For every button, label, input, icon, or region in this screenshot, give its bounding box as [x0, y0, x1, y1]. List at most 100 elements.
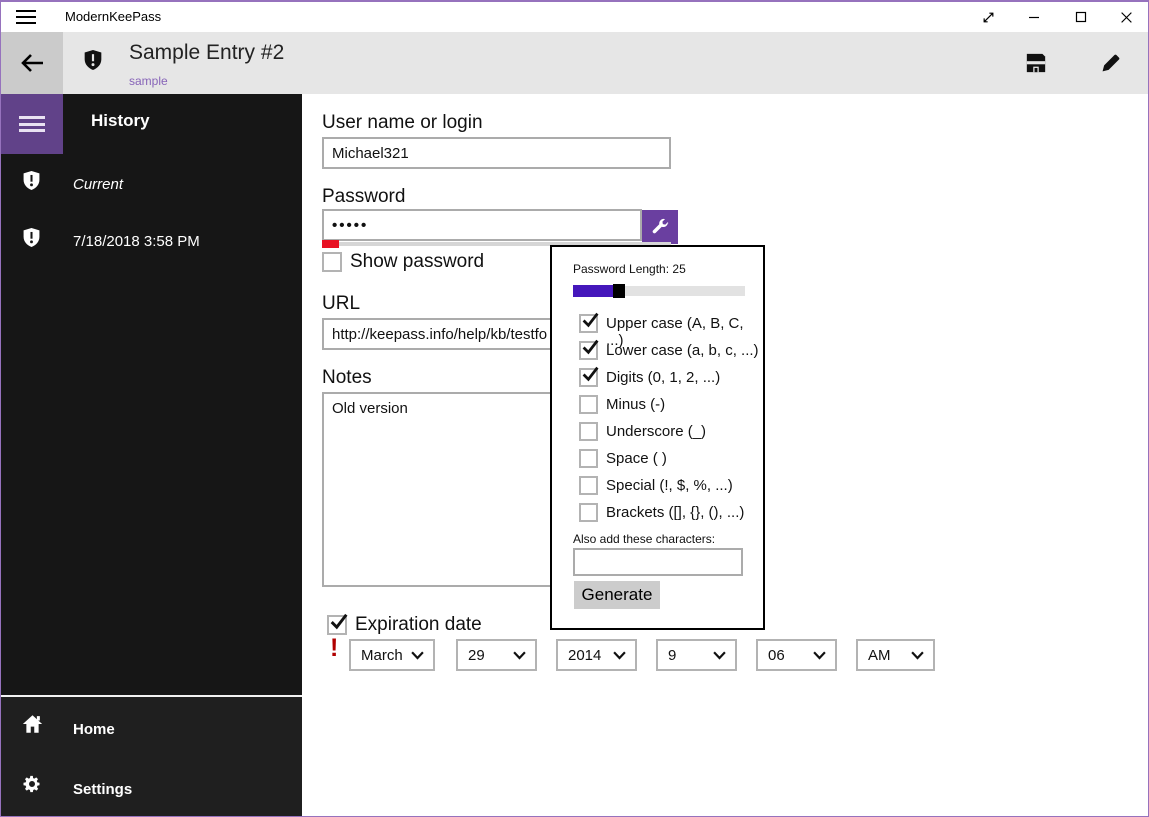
close-icon — [1120, 11, 1132, 23]
chevron-down-icon — [813, 651, 826, 660]
password-label: Password — [322, 186, 406, 207]
space-checkbox[interactable] — [579, 449, 598, 468]
option-space: Space ( ) — [552, 449, 763, 471]
edit-button[interactable] — [1100, 52, 1124, 76]
hamburger-icon — [19, 116, 45, 132]
slider-fill — [573, 285, 613, 297]
shield-icon — [22, 226, 41, 254]
minus-checkbox[interactable] — [579, 395, 598, 414]
back-button[interactable] — [1, 32, 63, 94]
sidebar-item-label: Settings — [73, 781, 133, 798]
maximize-icon — [1075, 11, 1087, 23]
url-label: URL — [322, 293, 361, 314]
app-title: ModernKeePass — [65, 9, 162, 24]
home-icon — [22, 714, 43, 739]
chevron-down-icon — [911, 651, 924, 660]
fullscreen-icon — [983, 12, 993, 22]
option-label: Special (!, $, %, ...) — [606, 477, 733, 494]
notes-label: Notes — [322, 367, 372, 388]
dropdown-value: 9 — [668, 646, 677, 664]
option-minus: Minus (-) — [552, 395, 763, 417]
checkmark-icon — [582, 366, 599, 382]
option-label: Underscore (_) — [606, 423, 707, 440]
sidebar-item-label: Current — [73, 176, 124, 193]
upper-case-checkbox[interactable] — [579, 312, 599, 333]
entry-group-label[interactable]: sample — [129, 74, 168, 88]
show-password-checkbox[interactable] — [322, 252, 342, 272]
maximize-button[interactable] — [1058, 2, 1104, 32]
special-checkbox[interactable] — [579, 476, 598, 495]
option-label: Brackets ([], {}, (), ...) — [606, 504, 745, 521]
slider-track — [624, 286, 745, 296]
chevron-down-icon — [513, 651, 526, 660]
expiry-year-dropdown[interactable]: 2014 — [556, 639, 637, 671]
sidebar-item-settings[interactable]: Settings — [1, 771, 302, 815]
entry-title: Sample Entry #2 — [129, 41, 285, 64]
password-input[interactable] — [322, 209, 642, 241]
chevron-down-icon — [613, 651, 626, 660]
sidebar-item-label: 7/18/2018 3:58 PM — [73, 233, 200, 250]
nav-hamburger-button[interactable] — [1, 94, 63, 154]
expiry-hour-dropdown[interactable]: 9 — [656, 639, 737, 671]
sidebar-item-home[interactable]: Home — [1, 711, 302, 755]
back-arrow-icon — [21, 54, 43, 72]
dropdown-value: 2014 — [568, 646, 602, 664]
show-password-label: Show password — [350, 251, 485, 272]
also-add-characters-input[interactable] — [573, 548, 743, 576]
checkmark-icon — [582, 312, 599, 328]
close-button[interactable] — [1103, 2, 1148, 32]
option-label: Digits (0, 1, 2, ...) — [606, 369, 721, 386]
sidebar-item-current[interactable]: Current — [1, 166, 302, 210]
option-lower-case: Lower case (a, b, c, ...) — [552, 339, 763, 363]
checkmark-icon — [330, 613, 348, 630]
wrench-icon — [652, 218, 669, 234]
password-strength-bar — [322, 240, 339, 248]
dropdown-value: 06 — [768, 646, 785, 664]
password-generator-popup: Password Length: 25 Upper case (A, B, C,… — [550, 245, 765, 630]
option-upper-case: Upper case (A, B, C, ...) — [552, 312, 763, 349]
option-label: Space ( ) — [606, 450, 667, 467]
dropdown-value: March — [361, 646, 403, 664]
entry-shield-icon — [83, 48, 103, 77]
sidebar-item-revision[interactable]: 7/18/2018 3:58 PM — [1, 223, 302, 267]
chevron-down-icon — [411, 651, 424, 660]
digits-checkbox[interactable] — [579, 366, 599, 387]
pencil-icon — [1102, 54, 1120, 72]
save-icon — [1026, 53, 1046, 73]
entry-header: Sample Entry #2 sample — [1, 32, 1148, 94]
also-add-characters-label: Also add these characters: — [573, 532, 716, 546]
option-brackets: Brackets ([], {}, (), ...) — [552, 503, 763, 525]
dropdown-value: AM — [868, 646, 891, 664]
shield-icon — [22, 169, 41, 197]
fullscreen-button[interactable] — [965, 2, 1011, 32]
expiry-ampm-dropdown[interactable]: AM — [856, 639, 935, 671]
option-label: Lower case (a, b, c, ...) — [606, 342, 759, 359]
option-special: Special (!, $, %, ...) — [552, 476, 763, 498]
option-underscore: Underscore (_) — [552, 422, 763, 444]
lower-case-checkbox[interactable] — [579, 339, 599, 360]
expiration-date-checkbox[interactable] — [327, 613, 348, 635]
expiry-month-dropdown[interactable]: March — [349, 639, 435, 671]
underscore-checkbox[interactable] — [579, 422, 598, 441]
generate-button[interactable]: Generate — [574, 581, 660, 609]
chevron-down-icon — [713, 651, 726, 660]
sidebar-item-label: Home — [73, 721, 115, 738]
minimize-button[interactable] — [1011, 2, 1057, 32]
save-button[interactable] — [1025, 52, 1049, 76]
checkmark-icon — [582, 339, 599, 355]
brackets-checkbox[interactable] — [579, 503, 598, 522]
expiry-minute-dropdown[interactable]: 06 — [756, 639, 837, 671]
password-length-slider[interactable] — [573, 284, 745, 298]
password-length-label: Password Length: 25 — [573, 262, 686, 276]
expiration-date-label: Expiration date — [355, 614, 482, 635]
app-window: ModernKeePass Sample Entry #2 sample His… — [0, 0, 1149, 817]
settings-gear-icon — [22, 774, 42, 799]
history-sidebar: History Current 7/18/2018 3:58 PM Home S… — [1, 94, 302, 816]
option-digits: Digits (0, 1, 2, ...) — [552, 366, 763, 390]
expiry-day-dropdown[interactable]: 29 — [456, 639, 537, 671]
minimize-icon — [1029, 16, 1039, 19]
password-generator-button[interactable] — [642, 210, 678, 244]
menu-icon[interactable] — [16, 10, 36, 24]
username-input[interactable] — [322, 137, 671, 169]
slider-thumb[interactable] — [612, 284, 625, 298]
